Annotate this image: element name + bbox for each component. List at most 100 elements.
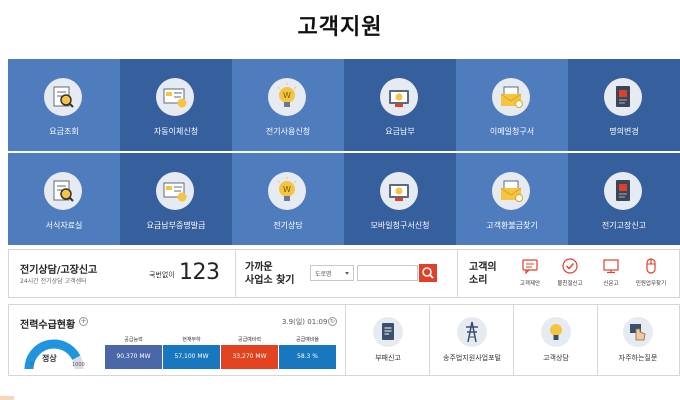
gauge-status: 정상 <box>42 354 57 363</box>
refresh-icon[interactable]: ↻ <box>328 317 337 326</box>
tile-fault-report[interactable]: 전기고장신고 <box>568 153 680 245</box>
tile-label: 전기사용신청 <box>265 127 311 136</box>
lightbulb-won-icon: W <box>268 78 306 116</box>
magnifier-document-icon <box>44 78 82 116</box>
quicklink-customer-consult[interactable]: 고객상담 <box>514 305 598 375</box>
tile-form-library[interactable]: 서식자료실 <box>8 153 120 245</box>
tile-label: 모바일청구서신청 <box>370 221 430 230</box>
stat-reserve-rate: 공급예비율 58.3 % <box>279 335 336 369</box>
tile-label: 요금납부 <box>385 127 415 136</box>
consult-number-label: 국번없이 <box>149 271 175 279</box>
tile-label: 요금납부증명발급 <box>146 221 206 230</box>
chevron-down-icon <box>345 272 349 275</box>
hand-pointer-icon <box>623 317 653 347</box>
check-circle-icon <box>562 258 578 274</box>
stat-value: 33,270 MW <box>221 345 278 369</box>
tile-bill-inquiry[interactable]: 요금조회 <box>8 59 120 151</box>
voice-title-line1: 고객의 <box>469 262 497 273</box>
power-tower-icon <box>457 317 487 347</box>
card-check-icon <box>156 172 194 210</box>
tile-label: 자동이체신청 <box>153 127 199 136</box>
stat-reserve-power: 공급예비력 33,270 MW <box>221 335 278 369</box>
power-title: 전력수급현황 <box>20 320 76 331</box>
voice-item-unkindness[interactable]: 불친절신고 <box>552 257 588 287</box>
page-title: 고객지원 <box>297 15 383 40</box>
quicklink-label: 부패신고 <box>375 354 401 362</box>
tile-label: 요금조회 <box>49 127 79 136</box>
voice-item-label: 불친절신고 <box>557 281 583 287</box>
quicklink-label: 송주법지원사업포털 <box>443 354 501 362</box>
stat-current-load: 현재부하 57,100 MW <box>163 335 220 369</box>
stat-label: 현재부하 <box>182 337 201 343</box>
gauge-max-label: 1000 <box>72 362 85 368</box>
tile-payment-certificate[interactable]: 요금납부증명발급 <box>120 153 232 245</box>
svg-text:W: W <box>283 185 291 194</box>
nearby-title: 가까운 사업소 찾기 <box>245 261 294 287</box>
tile-auto-transfer[interactable]: 자동이체신청 <box>120 59 232 151</box>
tile-mobile-invoice[interactable]: 모바일청구서신청 <box>344 153 456 245</box>
magnifier-document-icon <box>44 172 82 210</box>
tile-label: 이메일청구서 <box>489 127 535 136</box>
stat-supply-capacity: 공급능력 90,370 MW <box>105 335 162 369</box>
quicklink-faq[interactable]: 자주하는질문 <box>596 305 680 375</box>
service-grid-row1: 요금조회 자동이체신청 W 전기사용신청 요금납부 이메일청구서 명의변경 <box>8 59 680 151</box>
voice-item-civil-search[interactable]: 민원업무찾기 <box>633 257 669 287</box>
lightbulb-won-icon: W <box>268 172 306 210</box>
monitor-icon <box>603 259 619 274</box>
tile-power-application[interactable]: W 전기사용신청 <box>232 59 344 151</box>
voice-title-line2: 소리 <box>469 275 488 286</box>
tile-bill-payment[interactable]: 요금납부 <box>344 59 456 151</box>
plus-icon[interactable]: + <box>79 317 88 326</box>
tile-label: 전기상담 <box>273 221 303 230</box>
email-invoice-icon <box>492 78 530 116</box>
voice-item-label: 민원업무찾기 <box>635 281 667 287</box>
stat-value: 58.3 % <box>279 345 336 369</box>
office-search-input[interactable] <box>357 265 418 281</box>
id-card-icon <box>604 172 642 210</box>
info-panel: 전기상담/고장신고 24시간 전기상담 고객센터 국번없이 123 가까운 사업… <box>8 249 680 298</box>
stat-label: 공급예비력 <box>237 337 261 343</box>
tile-label: 명의변경 <box>609 127 639 136</box>
power-panel: 전력수급현황 + 3.9(일) 01:09 ↻ 정상 0 1000 공급능력 9… <box>8 304 680 376</box>
payment-card-icon <box>380 78 418 116</box>
quicklink-transmission-portal[interactable]: 송주법지원사업포털 <box>430 305 514 375</box>
voice-item-label: 고객제안 <box>519 281 541 287</box>
search-icon <box>422 267 434 279</box>
document-icon <box>373 317 403 347</box>
tile-label: 전기고장신고 <box>601 221 647 230</box>
select-value: 도로명 <box>315 271 332 278</box>
divider <box>235 250 236 297</box>
voice-item-label: 신문고 <box>603 281 619 287</box>
tile-name-change[interactable]: 명의변경 <box>568 59 680 151</box>
stat-label: 공급예비율 <box>295 337 319 343</box>
tile-refund-search[interactable]: 고객환불금찾기 <box>456 153 568 245</box>
email-invoice-icon <box>492 172 530 210</box>
nearby-title-line2: 사업소 찾기 <box>245 275 295 286</box>
gauge-min-label: 0 <box>31 362 35 368</box>
consult-title: 전기상담/고장신고 <box>20 265 98 276</box>
office-search-button[interactable] <box>419 264 437 282</box>
tile-label: 고객환불금찾기 <box>486 221 538 230</box>
quicklink-label: 자주하는질문 <box>618 354 658 362</box>
address-type-select[interactable]: 도로명 <box>310 265 354 281</box>
power-date: 3.9(일) 01:09 <box>282 318 328 326</box>
quicklink-corruption-report[interactable]: 부패신고 <box>346 305 430 375</box>
lightbulb-icon <box>541 317 571 347</box>
stat-label: 공급능력 <box>124 337 143 343</box>
card-check-icon <box>156 78 194 116</box>
voice-item-petition[interactable]: 신문고 <box>593 257 629 287</box>
service-grid-row2: 서식자료실 요금납부증명발급 W 전기상담 모바일청구서신청 고객환불금찾기 전… <box>8 153 680 245</box>
nearby-title-line1: 가까운 <box>245 262 273 273</box>
id-card-icon <box>604 78 642 116</box>
tile-power-consult[interactable]: W 전기상담 <box>232 153 344 245</box>
stat-value: 57,100 MW <box>163 345 220 369</box>
consult-number: 123 <box>179 260 220 285</box>
tile-label: 서식자료실 <box>45 221 83 230</box>
power-stats: 공급능력 90,370 MW 현재부하 57,100 MW 공급예비력 33,2… <box>105 335 337 369</box>
stat-value: 90,370 MW <box>105 345 162 369</box>
corner-tab <box>0 396 14 400</box>
voice-item-suggestion[interactable]: 고객제안 <box>512 257 548 287</box>
voice-title: 고객의 소리 <box>469 261 497 287</box>
tile-email-invoice[interactable]: 이메일청구서 <box>456 59 568 151</box>
divider <box>457 250 458 297</box>
